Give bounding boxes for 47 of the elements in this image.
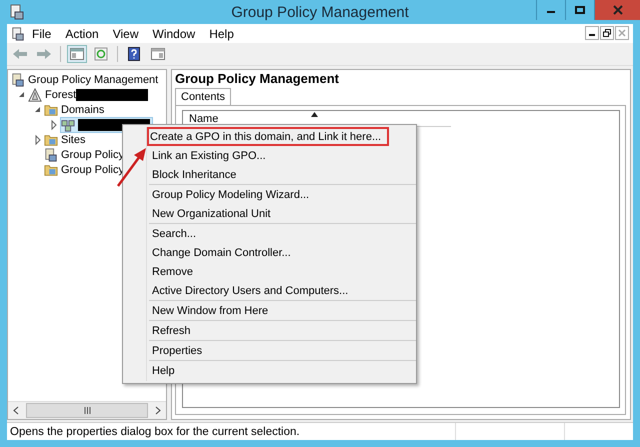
tree-item[interactable]: Group Policy: [44, 148, 126, 162]
folder-icon: [44, 102, 58, 116]
menu-item[interactable]: Link an Existing GPO...: [149, 146, 270, 165]
restore-icon: [603, 29, 611, 37]
menu-item[interactable]: Change Domain Controller...: [149, 243, 295, 262]
menu-item[interactable]: Refresh: [149, 321, 195, 340]
menu-item[interactable]: Group Policy Modeling Wizard...: [149, 185, 314, 204]
menu-item[interactable]: Help: [202, 26, 241, 40]
minimize-button[interactable]: [585, 26, 599, 40]
menu-item[interactable]: View: [106, 26, 146, 40]
folder-icon: [44, 162, 58, 176]
console-icon: [11, 72, 25, 86]
menu-item[interactable]: Create a GPO in this domain, and Link it here...: [147, 127, 390, 146]
triangle-icon: [28, 88, 42, 102]
window-title: Group Policy Management: [231, 4, 409, 20]
menu-item[interactable]: New Organizational Unit: [149, 204, 275, 223]
scrollbar-thumb[interactable]: [26, 403, 148, 418]
pane-title: Group Policy Management: [175, 70, 340, 88]
action-pane-icon[interactable]: [148, 45, 168, 63]
menu-item[interactable]: Remove: [149, 262, 197, 281]
menu-item[interactable]: Action: [58, 26, 106, 40]
tree-item[interactable]: Group Policy: [44, 162, 126, 176]
tree-item[interactable]: Sites: [44, 132, 88, 146]
tree-item[interactable]: Domains: [44, 102, 106, 116]
menu-item[interactable]: Window: [146, 26, 202, 40]
menu-item[interactable]: File: [25, 26, 58, 40]
console-tree-icon[interactable]: [67, 45, 87, 63]
status-text: Opens the properties dialog box for the current selection.: [10, 426, 300, 438]
menu-item[interactable]: Help: [149, 361, 179, 380]
restore-button[interactable]: [600, 26, 614, 40]
menu-item[interactable]: Properties: [149, 341, 206, 360]
menu-item[interactable]: New Window from Here: [149, 301, 272, 320]
close-icon: [618, 29, 626, 37]
document-icon[interactable]: [11, 26, 25, 40]
tree-item[interactable]: Forest: [28, 88, 150, 102]
menu-item[interactable]: Block Inheritance: [149, 165, 240, 184]
close-icon: [612, 5, 622, 15]
close-button[interactable]: [594, 0, 640, 20]
folder-icon: [44, 132, 58, 146]
app-icon: [9, 4, 25, 20]
tab[interactable]: Contents: [175, 88, 232, 105]
menu-item[interactable]: Search...: [149, 224, 200, 243]
tree-item[interactable]: Group Policy Management: [11, 72, 160, 86]
menu-item[interactable]: Active Directory Users and Computers...: [149, 281, 352, 300]
domain-icon: [61, 118, 75, 132]
maximize-icon: [575, 5, 585, 15]
console-icon: [44, 148, 58, 162]
